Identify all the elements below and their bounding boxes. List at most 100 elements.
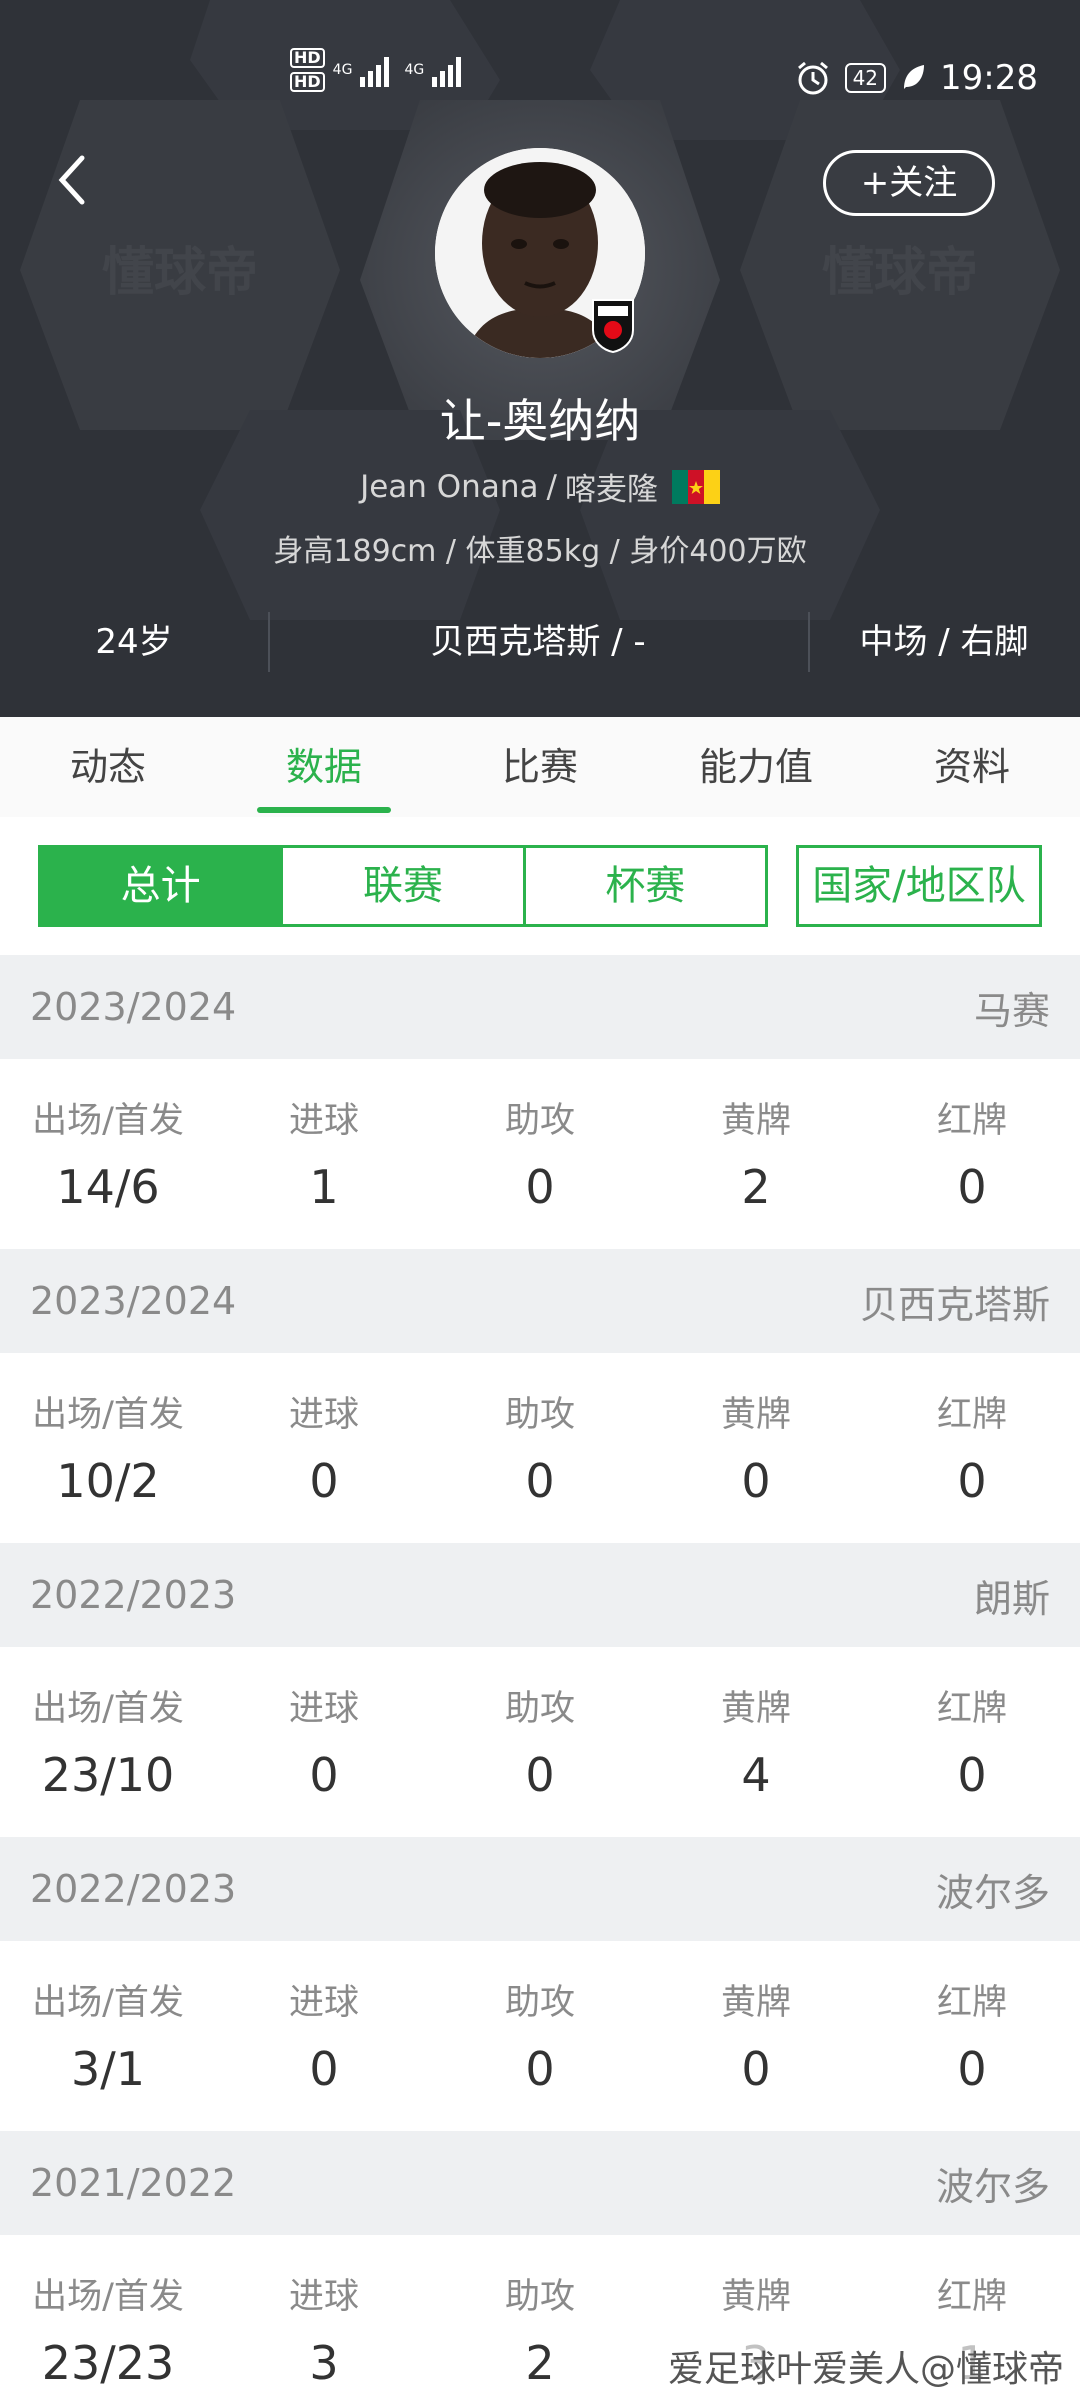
cameroon-flag-icon — [671, 469, 720, 504]
hd-icon: HD — [290, 72, 325, 92]
team-label: 朗斯 — [973, 1576, 1050, 1621]
stat-value: 0 — [525, 1454, 555, 1508]
player-header: 懂球帝 懂球帝 HD HD 4G 4G 42 19:28 +关注 让-奥纳纳 J… — [0, 0, 1080, 717]
english-name: Jean Onana — [360, 468, 539, 505]
player-subtitle: Jean Onana / 喀麦隆 — [0, 464, 1080, 509]
stat-label: 黄牌 — [720, 1101, 791, 1141]
stat-apps: 出场/首发 23/10 — [0, 1647, 216, 1837]
image-watermark: 爱足球叶爱美人@懂球帝 — [667, 2340, 1064, 2392]
stat-label: 进球 — [288, 2277, 359, 2317]
player-name: 让-奥纳纳 — [439, 394, 641, 448]
filter-total[interactable]: 总计 — [41, 848, 284, 924]
stat-label: 红牌 — [936, 1983, 1007, 2023]
stat-red-cards: 红牌 0 — [864, 1353, 1080, 1543]
stat-apps: 出场/首发 10/2 — [0, 1353, 216, 1543]
season-label: 2022/2023 — [30, 1573, 237, 1617]
filter-league[interactable]: 联赛 — [283, 848, 526, 924]
network-type-label: 4G — [332, 62, 353, 78]
player-info-bar: 24岁 贝西克塔斯 / - 中场 / 右脚 — [0, 612, 1080, 672]
stat-value: 14/6 — [56, 1160, 160, 1214]
stat-goals: 进球 1 — [216, 1059, 432, 1249]
stat-yellow-cards: 黄牌 4 — [648, 1647, 864, 1837]
stat-yellow-cards: 黄牌 2 — [648, 1059, 864, 1249]
tab-ability[interactable]: 能力值 — [648, 717, 864, 817]
back-arrow-icon[interactable] — [52, 150, 92, 210]
stat-label: 助攻 — [504, 1689, 575, 1729]
status-right: 42 19:28 — [795, 58, 1038, 98]
tab-data[interactable]: 数据 — [216, 717, 432, 817]
tab-matches[interactable]: 比赛 — [432, 717, 648, 817]
stat-assists: 助攻 0 — [432, 1647, 648, 1837]
stat-value: 23/10 — [41, 1748, 175, 1802]
season-stats-row: 出场/首发 14/6 进球 1 助攻 0 黄牌 2 红牌 0 — [0, 1059, 1080, 1249]
season-stats-row: 出场/首发 23/10 进球 0 助攻 0 黄牌 4 红牌 0 — [0, 1647, 1080, 1837]
club-badge-icon — [592, 299, 634, 354]
stat-value: 0 — [957, 1454, 987, 1508]
stat-value: 10/2 — [56, 1454, 160, 1508]
team-label: 波尔多 — [935, 2164, 1050, 2209]
stat-label: 助攻 — [504, 1395, 575, 1435]
stat-yellow-cards: 黄牌 0 — [648, 1941, 864, 2131]
stat-label: 助攻 — [504, 1101, 575, 1141]
network-type-label: 4G — [404, 62, 425, 78]
stat-red-cards: 红牌 0 — [864, 1941, 1080, 2131]
stat-goals: 进球 0 — [216, 1647, 432, 1837]
stat-value: 0 — [525, 1748, 555, 1802]
filter-cup[interactable]: 杯赛 — [526, 848, 765, 924]
filter-group: 总计 联赛 杯赛 — [38, 845, 768, 927]
season-label: 2022/2023 — [30, 1867, 237, 1911]
season-header: 2023/2024 马赛 — [0, 955, 1080, 1059]
stat-label: 红牌 — [936, 1689, 1007, 1729]
season-header: 2022/2023 波尔多 — [0, 1837, 1080, 1941]
stat-label: 红牌 — [936, 2277, 1007, 2317]
stat-value: 2 — [525, 2336, 555, 2390]
stat-value: 0 — [309, 2042, 339, 2096]
signal-icon — [432, 57, 462, 87]
season-header: 2022/2023 朗斯 — [0, 1543, 1080, 1647]
stat-label: 出场/首发 — [32, 1689, 184, 1729]
stat-label: 红牌 — [936, 1101, 1007, 1141]
season-label: 2023/2024 — [30, 1279, 237, 1323]
season-stats-row: 出场/首发 3/1 进球 0 助攻 0 黄牌 0 红牌 0 — [0, 1941, 1080, 2131]
stat-assists: 助攻 0 — [432, 1941, 648, 2131]
filter-national-team[interactable]: 国家/地区队 — [796, 845, 1042, 927]
hd-icon: HD — [290, 48, 325, 68]
stat-label: 黄牌 — [720, 1689, 791, 1729]
tab-bar: 动态 数据 比赛 能力值 资料 — [0, 717, 1080, 817]
stat-assists: 助攻 2 — [432, 2235, 648, 2400]
stat-assists: 助攻 0 — [432, 1059, 648, 1249]
stat-value: 3/1 — [70, 2042, 146, 2096]
stat-goals: 进球 0 — [216, 1941, 432, 2131]
competition-filter: 总计 联赛 杯赛 国家/地区队 — [38, 845, 1042, 927]
stat-label: 进球 — [288, 1689, 359, 1729]
player-position: 中场 / 右脚 — [859, 622, 1029, 662]
stat-goals: 进球 0 — [216, 1353, 432, 1543]
stat-value: 0 — [741, 1454, 771, 1508]
stat-value: 3 — [309, 2336, 339, 2390]
follow-button[interactable]: +关注 — [823, 150, 995, 216]
season-header: 2023/2024 贝西克塔斯 — [0, 1249, 1080, 1353]
stat-apps: 出场/首发 3/1 — [0, 1941, 216, 2131]
tab-profile[interactable]: 资料 — [864, 717, 1080, 817]
stat-value: 0 — [741, 2042, 771, 2096]
team-label: 波尔多 — [935, 1870, 1050, 1915]
player-measures: 身高189cm / 体重85kg / 身价400万欧 — [273, 534, 807, 569]
stat-value: 0 — [309, 1454, 339, 1508]
stat-value: 1 — [309, 1160, 339, 1214]
stat-value: 0 — [957, 1748, 987, 1802]
tab-news[interactable]: 动态 — [0, 717, 216, 817]
stat-label: 进球 — [288, 1101, 359, 1141]
stat-label: 黄牌 — [720, 1983, 791, 2023]
stat-value: 0 — [525, 1160, 555, 1214]
brand-watermark-left: 懂球帝 — [102, 243, 258, 303]
stat-apps: 出场/首发 14/6 — [0, 1059, 216, 1249]
stat-label: 进球 — [288, 1395, 359, 1435]
alarm-icon — [797, 61, 828, 95]
stat-label: 进球 — [288, 1983, 359, 2023]
stat-label: 黄牌 — [720, 2277, 791, 2317]
stat-yellow-cards: 黄牌 0 — [648, 1353, 864, 1543]
stat-label: 助攻 — [504, 1983, 575, 2023]
stat-goals: 进球 3 — [216, 2235, 432, 2400]
stat-value: 2 — [741, 1160, 771, 1214]
player-age: 24岁 — [95, 622, 173, 662]
